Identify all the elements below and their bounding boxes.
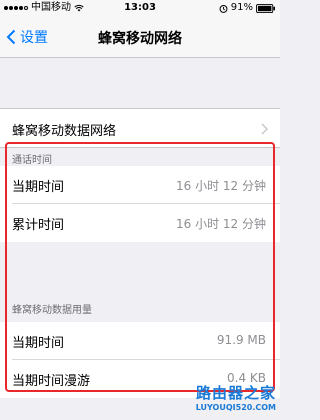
watermark: 路由器之家 LUYOUQI520.COM xyxy=(164,382,276,418)
navigation-bar: 设置 蜂窝移动网络 xyxy=(0,16,280,58)
data-usage-current-value: 91.9 MB xyxy=(216,333,266,347)
status-bar: 中国移动 13:03 91% xyxy=(0,0,280,16)
data-usage-current-label: 当期时间 xyxy=(12,336,65,351)
call-time-lifetime-value: 16 小时 12 分钟 xyxy=(176,217,266,231)
chevron-right-icon xyxy=(261,123,268,135)
cellular-data-network-label: 蜂窝移动数据网络 xyxy=(12,124,117,139)
call-time-section-header: 通话时间 xyxy=(12,155,52,166)
data-usage-section-header: 蜂窝移动数据用量 xyxy=(12,305,92,316)
data-usage-roaming-label: 当期时间漫游 xyxy=(12,374,91,389)
alarm-icon xyxy=(219,4,228,13)
call-time-current-value: 16 小时 12 分钟 xyxy=(176,179,266,193)
call-time-current-label: 当期时间 xyxy=(12,180,65,195)
call-time-current-row: 当期时间 16 小时 12 分钟 xyxy=(0,166,280,204)
watermark-url: LUYOUQI520.COM xyxy=(195,403,276,412)
status-right: 91% xyxy=(219,0,276,16)
cellular-data-network-row[interactable]: 蜂窝移动数据网络 xyxy=(0,108,280,148)
data-usage-current-row: 当期时间 91.9 MB xyxy=(0,322,280,360)
call-time-lifetime-row: 累计时间 16 小时 12 分钟 xyxy=(0,204,280,242)
battery-percent: 91% xyxy=(230,2,253,13)
watermark-title: 路由器之家 xyxy=(195,384,276,402)
call-time-lifetime-label: 累计时间 xyxy=(12,218,65,233)
battery-icon xyxy=(256,3,275,13)
page-title: 蜂窝移动网络 xyxy=(98,31,182,47)
